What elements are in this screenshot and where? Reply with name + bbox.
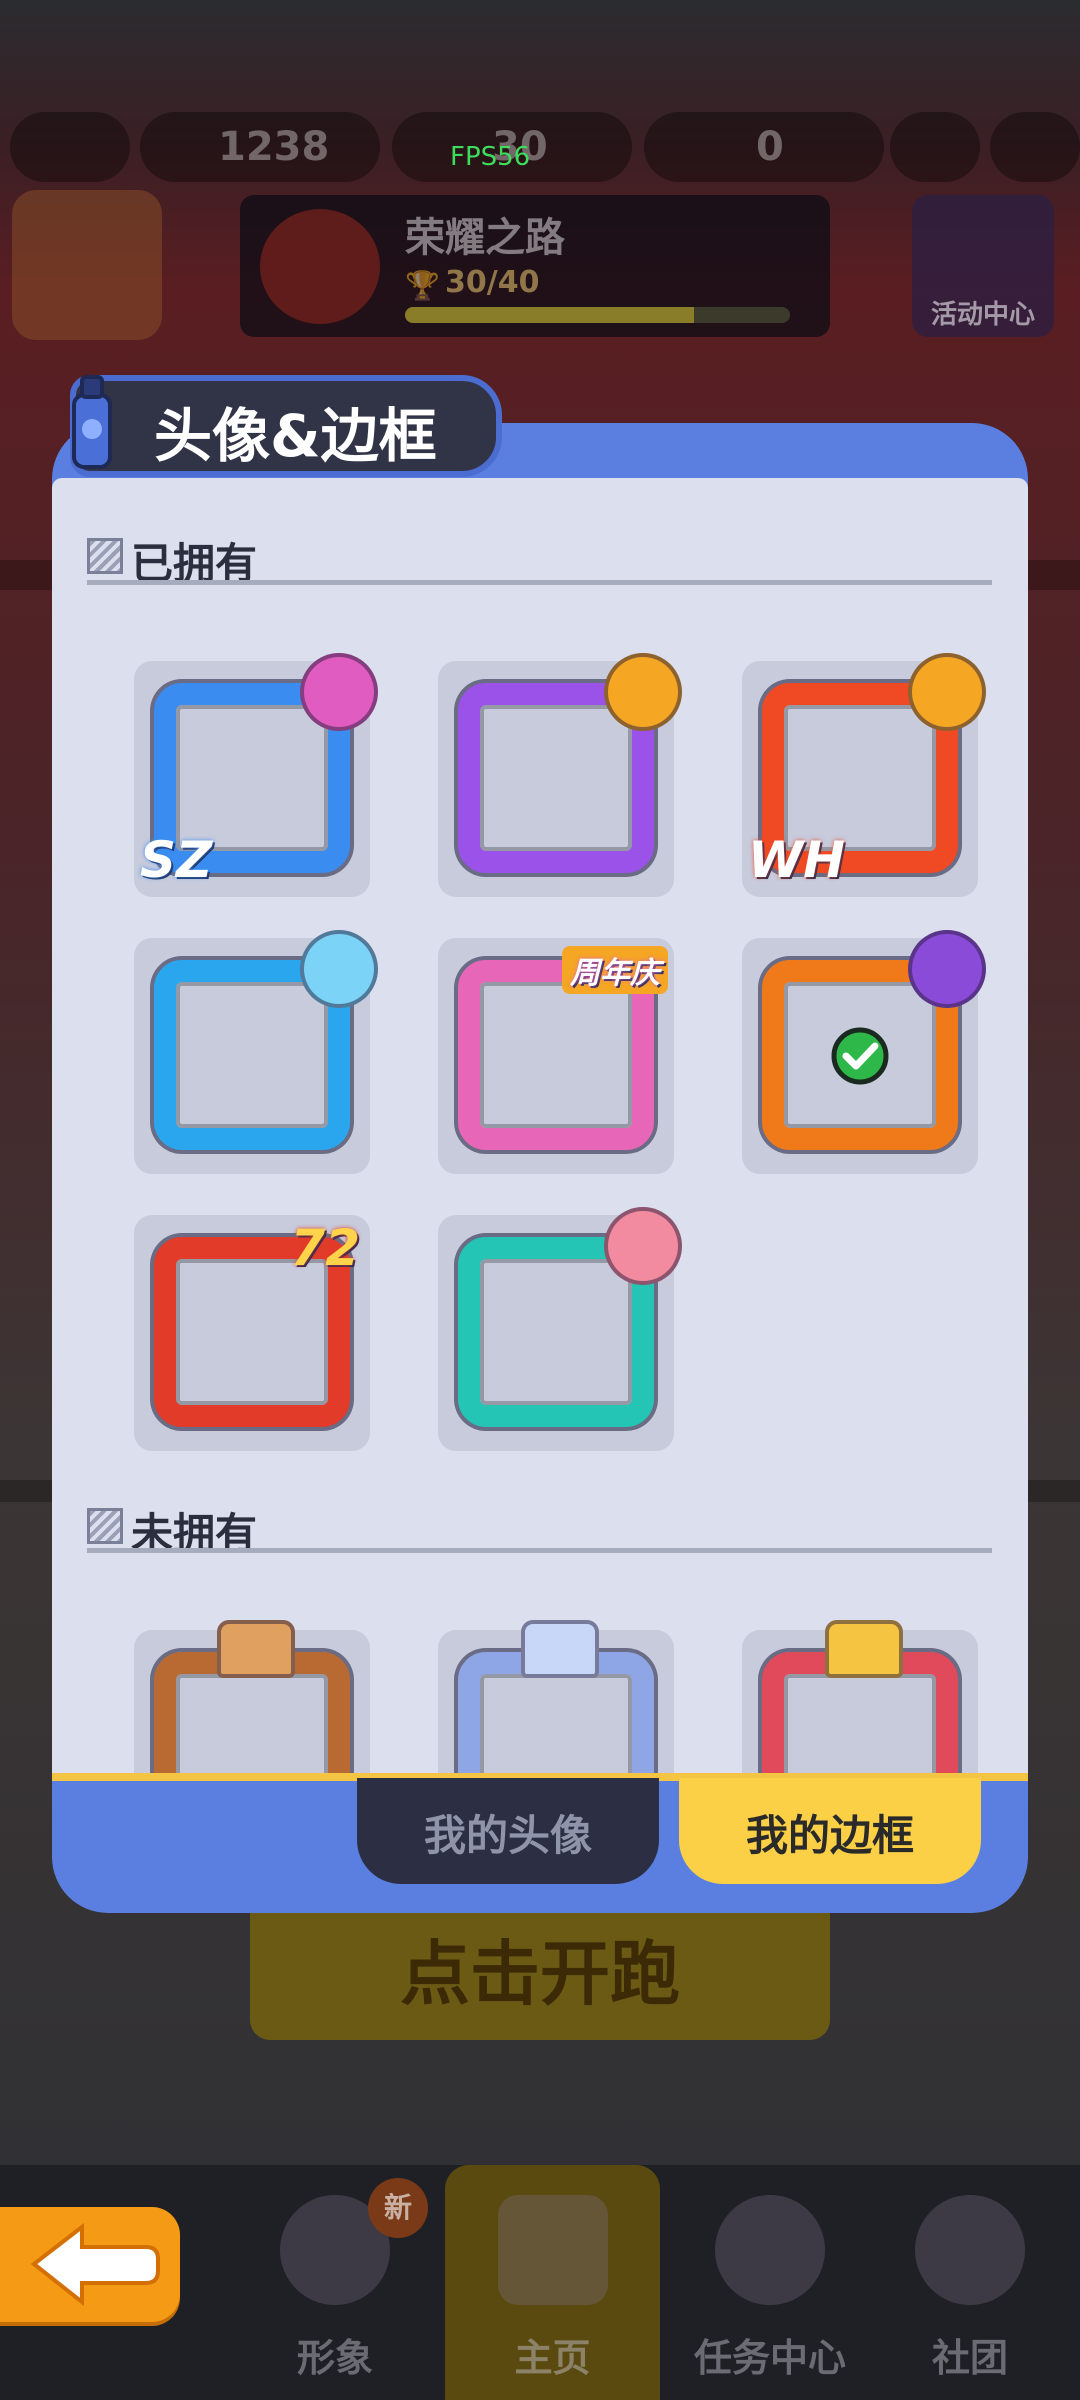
menu-button[interactable] bbox=[990, 112, 1080, 182]
tab-my-frame[interactable]: 我的边框 bbox=[679, 1778, 981, 1884]
nav-club[interactable]: 社团 bbox=[880, 2165, 1060, 2400]
ghost-halloween-frame-tile[interactable] bbox=[742, 930, 986, 1174]
section-marker-icon bbox=[87, 1508, 123, 1544]
coin-pill[interactable]: 1238 bbox=[140, 112, 380, 182]
sz-blue-frame-label: SZ bbox=[140, 831, 213, 889]
gold-crown-decoration-icon bbox=[825, 1620, 903, 1678]
tab-my-frame-label: 我的边框 bbox=[745, 1811, 914, 1860]
friends-button[interactable] bbox=[890, 112, 980, 182]
fps-counter: FPS56 bbox=[450, 142, 531, 172]
tasks-icon bbox=[715, 2195, 825, 2305]
music-halloween-decoration-icon bbox=[604, 653, 682, 731]
token-pill[interactable]: 0 bbox=[644, 112, 884, 182]
wh-pagoda-frame-tile[interactable]: WH bbox=[742, 653, 986, 897]
trophy-icon: 🏆 bbox=[405, 269, 440, 302]
back-button[interactable] bbox=[0, 2207, 180, 2322]
back-arrow-icon bbox=[30, 2222, 160, 2307]
tab-my-avatar[interactable]: 我的头像 bbox=[357, 1778, 659, 1884]
tab-my-avatar-label: 我的头像 bbox=[423, 1811, 592, 1860]
activity-center-label: 活动中心 bbox=[930, 300, 1035, 330]
seventy-two-frame-label: 72 bbox=[290, 1219, 360, 1277]
whale-ice-decoration-icon bbox=[300, 930, 378, 1008]
dialog-title-tab: 头像&边框 bbox=[70, 375, 502, 477]
nav-home-label: 主页 bbox=[514, 2336, 591, 2380]
sz-blue-decoration-icon bbox=[300, 653, 378, 731]
player-avatar[interactable] bbox=[12, 190, 162, 340]
home-board-icon bbox=[497, 2195, 608, 2305]
glory-progress: 30/40 bbox=[445, 265, 540, 300]
selected-check-icon bbox=[831, 1027, 889, 1085]
crown-pill[interactable] bbox=[10, 112, 130, 182]
club-icon bbox=[915, 2195, 1025, 2305]
glory-road-banner[interactable]: 荣耀之路 🏆 30/40 bbox=[240, 195, 830, 337]
nav-tasks-label: 任务中心 bbox=[693, 2336, 846, 2380]
coin-count: 1238 bbox=[218, 124, 330, 170]
nav-tasks[interactable]: 任务中心 bbox=[675, 2165, 865, 2400]
nav-character-label: 形象 bbox=[296, 2336, 373, 2380]
silver-crown-frame-tile[interactable] bbox=[438, 1620, 674, 1773]
anniversary-frame-tile[interactable]: 周年庆 bbox=[438, 938, 674, 1174]
anniversary-frame-label: 周年庆 bbox=[562, 946, 668, 994]
bronze-crown-frame-tile[interactable] bbox=[134, 1620, 370, 1773]
unowned-divider bbox=[87, 1548, 992, 1553]
wh-pagoda-decoration-icon bbox=[908, 653, 986, 731]
ghost-halloween-decoration-icon bbox=[908, 930, 986, 1008]
start-run-label: 点击开跑 bbox=[400, 1933, 680, 2015]
seventy-two-frame-tile[interactable]: 72 bbox=[134, 1215, 370, 1451]
spray-can-icon bbox=[72, 375, 112, 469]
music-halloween-frame-tile[interactable] bbox=[438, 653, 682, 897]
wh-pagoda-frame-label: WH bbox=[748, 831, 845, 889]
section-marker-icon bbox=[87, 538, 123, 574]
nav-home[interactable]: 主页 bbox=[445, 2165, 660, 2400]
glory-title: 荣耀之路 bbox=[405, 215, 565, 261]
token-count: 0 bbox=[756, 124, 784, 170]
whale-ice-frame-tile[interactable] bbox=[134, 930, 378, 1174]
bronze-crown-decoration-icon bbox=[217, 1620, 295, 1678]
gold-crown-frame-tile[interactable] bbox=[742, 1620, 978, 1773]
dialog-title: 头像&边框 bbox=[154, 402, 437, 470]
frames-panel[interactable]: 已拥有 SZ WH 周年庆 72 未拥有 bbox=[52, 478, 1028, 1781]
alarm-clock-decoration-icon bbox=[604, 1207, 682, 1285]
activity-center-button[interactable]: 活动中心 bbox=[912, 195, 1054, 337]
nav-club-label: 社团 bbox=[931, 2336, 1008, 2380]
new-badge: 新 bbox=[368, 2178, 428, 2238]
alarm-clock-frame-tile[interactable] bbox=[438, 1207, 682, 1451]
sz-blue-frame-tile[interactable]: SZ bbox=[134, 653, 378, 897]
rocket-icon bbox=[260, 209, 380, 324]
glory-progress-bar bbox=[405, 307, 790, 323]
silver-crown-decoration-icon bbox=[521, 1620, 599, 1678]
owned-divider bbox=[87, 580, 992, 585]
